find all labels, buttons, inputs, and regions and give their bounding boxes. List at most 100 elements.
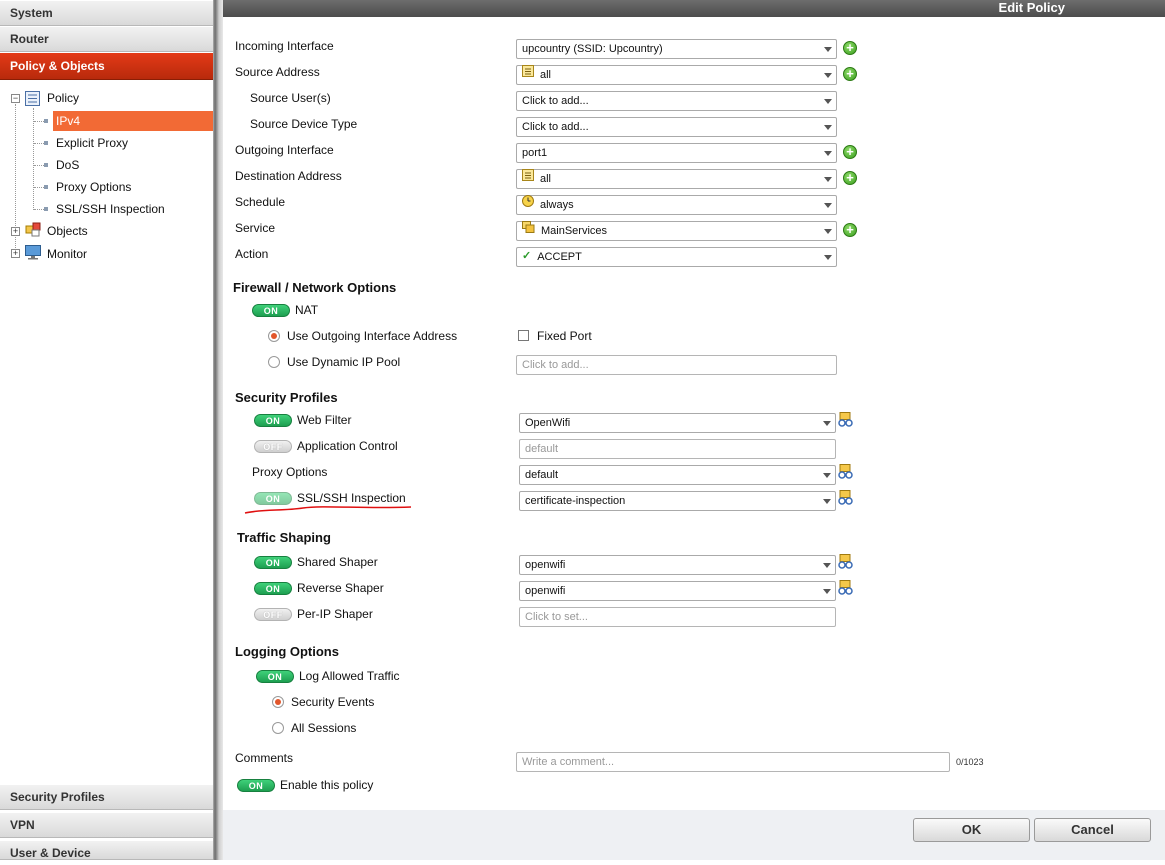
source-device-type-select[interactable]: Click to add... [516,117,837,137]
chevron-down-icon [824,47,832,52]
nav-system[interactable]: System [0,0,213,26]
tree-guide [34,143,44,144]
footer-bar: OK Cancel [223,810,1165,860]
ssl-ssh-toggle[interactable]: ON [254,492,292,505]
source-address-select[interactable]: all [516,65,837,85]
shared-shaper-toggle[interactable]: ON [254,556,292,569]
reverse-shaper-select[interactable]: openwifi [519,581,836,601]
log-allowed-toggle[interactable]: ON [256,670,294,683]
add-outgoing-interface-button[interactable]: + [843,145,857,159]
outgoing-interface-select[interactable]: port1 [516,143,837,163]
firewall-section-title: Firewall / Network Options [233,280,397,295]
source-device-type-label: Source Device Type [250,117,358,131]
sidebar-splitter[interactable] [213,0,223,860]
incoming-interface-select[interactable]: upcountry (SSID: Upcountry) [516,39,837,59]
security-profiles-section-title: Security Profiles [235,390,338,405]
enable-policy-toggle[interactable]: ON [237,779,275,792]
add-destination-address-button[interactable]: + [843,171,857,185]
nav-user-device[interactable]: User & Device [0,840,213,860]
comments-input[interactable]: Write a comment... [516,752,950,772]
nav-security-profiles[interactable]: Security Profiles [0,784,213,810]
tree-policy[interactable]: Policy [47,88,79,108]
chevron-down-icon [824,255,832,260]
page-title: Edit Policy [223,0,1165,17]
tree-ssl-ssh-inspection[interactable]: SSL/SSH Inspection [56,199,165,219]
nav-policy-objects[interactable]: Policy & Objects [0,52,213,80]
checkmark-icon: ✓ [522,250,532,263]
per-ip-shaper-toggle[interactable]: OFF [254,608,292,621]
outgoing-interface-value: port1 [522,147,548,159]
service-group-icon [522,221,535,239]
add-incoming-interface-button[interactable]: + [843,41,857,55]
use-dynamic-pool-radio[interactable] [268,356,280,368]
tree-explicit-proxy[interactable]: Explicit Proxy [56,133,128,153]
source-address-value: all [540,69,552,81]
ssl-ssh-select[interactable]: certificate-inspection [519,491,836,511]
web-filter-select[interactable]: OpenWifi [519,413,836,433]
web-filter-toggle[interactable]: ON [254,414,292,427]
ok-button[interactable]: OK [913,818,1030,842]
per-ip-shaper-input[interactable]: Click to set... [519,607,836,627]
security-events-label: Security Events [291,695,375,709]
tree-dos[interactable]: DoS [56,155,79,175]
incoming-interface-value: upcountry (SSID: Upcountry) [522,43,663,55]
log-allowed-label: Log Allowed Traffic [299,669,400,683]
edit-shaper-icon[interactable] [838,554,853,569]
dynamic-pool-input[interactable]: Click to add... [516,355,837,375]
nav-router[interactable]: Router [0,26,213,52]
expand-icon[interactable]: + [11,249,20,258]
destination-address-select[interactable]: all [516,169,837,189]
app-control-toggle[interactable]: OFF [254,440,292,453]
chevron-down-icon [824,73,832,78]
all-sessions-radio[interactable] [272,722,284,734]
app-control-label: Application Control [297,439,398,453]
schedule-label: Schedule [235,195,286,209]
tree-ipv4[interactable]: IPv4 [53,111,213,131]
action-value: ACCEPT [537,251,582,263]
edit-profile-icon[interactable] [838,490,853,505]
per-ip-shaper-label: Per-IP Shaper [297,607,373,621]
app-control-input[interactable]: default [519,439,836,459]
add-source-address-button[interactable]: + [843,67,857,81]
tree-proxy-options[interactable]: Proxy Options [56,177,131,197]
edit-profile-icon[interactable] [838,412,853,427]
security-events-radio[interactable] [272,696,284,708]
reverse-shaper-toggle[interactable]: ON [254,582,292,595]
collapse-icon[interactable]: − [11,94,20,103]
source-users-select[interactable]: Click to add... [516,91,837,111]
chevron-down-icon [824,125,832,130]
expand-icon[interactable]: + [11,227,20,236]
edit-shaper-icon[interactable] [838,580,853,595]
action-select[interactable]: ✓ ACCEPT [516,247,837,267]
comments-label: Comments [235,751,294,765]
chevron-down-icon [824,151,832,156]
use-outgoing-interface-radio[interactable] [268,330,280,342]
chevron-down-icon [823,473,831,478]
service-select[interactable]: MainServices [516,221,837,241]
sidebar: System Router Policy & Objects − Policy … [0,0,215,860]
nat-toggle[interactable]: ON [252,304,290,317]
edit-profile-icon[interactable] [838,464,853,479]
clock-icon [522,195,534,213]
tree-guide [34,187,44,188]
source-device-type-value: Click to add... [522,121,589,133]
tree-monitor[interactable]: Monitor [47,244,87,264]
bullet-icon [44,119,48,123]
service-value: MainServices [541,225,608,237]
tree-objects[interactable]: Objects [47,221,88,241]
nav-vpn[interactable]: VPN [0,812,213,838]
cancel-button[interactable]: Cancel [1034,818,1151,842]
incoming-interface-label: Incoming Interface [235,39,334,53]
outgoing-interface-label: Outgoing Interface [235,143,334,157]
red-underline-annotation [244,506,412,514]
destination-address-label: Destination Address [235,169,342,183]
proxy-options-select[interactable]: default [519,465,836,485]
add-service-button[interactable]: + [843,223,857,237]
fixed-port-checkbox[interactable] [518,330,529,341]
address-icon [522,169,534,187]
shared-shaper-select[interactable]: openwifi [519,555,836,575]
schedule-select[interactable]: always [516,195,837,215]
reverse-shaper-value: openwifi [525,585,566,597]
chevron-down-icon [824,229,832,234]
chevron-down-icon [824,99,832,104]
